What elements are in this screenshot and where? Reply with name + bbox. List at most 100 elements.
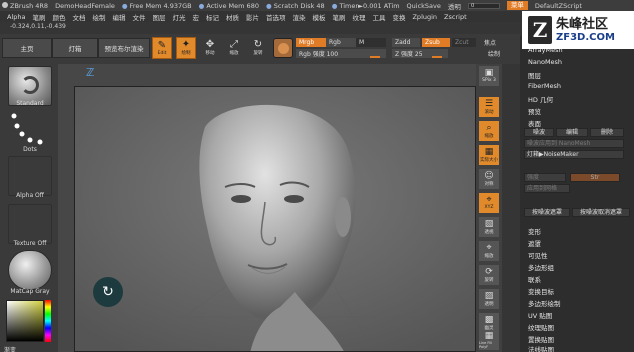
menu-item[interactable]: 工具 [372, 12, 385, 22]
head-model[interactable] [75, 87, 476, 352]
noise-to-mask-button[interactable]: 按噪波遮罩 [524, 208, 570, 217]
preview-render-button[interactable]: 预览布尔渲染 [98, 38, 150, 58]
edit-noise-button[interactable]: 编辑 [556, 128, 588, 137]
menu-item[interactable]: Zplugin [412, 13, 437, 21]
actual-size-button[interactable]: ▦ 实际大小 [479, 145, 499, 165]
strength-slider[interactable]: Str [570, 173, 620, 182]
noisemaker-button[interactable]: 灯箱▶NoiseMaker [524, 150, 624, 159]
m-button[interactable]: M [356, 38, 386, 47]
rgb-button[interactable]: Rgb [326, 38, 356, 47]
scroll-button[interactable]: ☰ 滚动 [479, 97, 499, 117]
scale-icon: ⤢ [230, 39, 238, 50]
palette-item-layers[interactable]: 图层 [528, 70, 541, 80]
zoom-button[interactable]: ⌕ 缩放 [479, 121, 499, 141]
edit-button[interactable]: ✎ Edit [152, 37, 172, 59]
menu-item[interactable]: 颜色 [52, 12, 65, 22]
menu-item[interactable]: 笔刷 [32, 12, 45, 22]
menu-item[interactable]: 纹理 [352, 12, 365, 22]
draw-icon: ✦ [181, 39, 191, 50]
perspective-button[interactable]: ▧ 透视 [479, 217, 499, 237]
alpha-thumbnail[interactable] [8, 156, 52, 196]
zoom-view-button[interactable]: ⌖ 缩放 [479, 241, 499, 261]
default-script[interactable]: DefaultZScript [535, 2, 582, 10]
zadd-button[interactable]: Zadd [392, 38, 420, 47]
rgb-intensity-slider[interactable]: Rgb 强度 100 [296, 49, 386, 58]
menu-item[interactable]: 标记 [206, 12, 219, 22]
palette-item-visibility[interactable]: 可见性 [528, 250, 548, 260]
apply-to-nanomesh-button[interactable]: 噪波应用到 NanoMesh [524, 139, 624, 148]
material-swatch[interactable] [273, 38, 293, 58]
spix-button[interactable]: ▣ SPix 3 [479, 66, 499, 86]
dot-icon: ● [198, 1, 205, 10]
menu-item[interactable]: 首选项 [266, 12, 286, 22]
menu-item[interactable]: 模板 [312, 12, 325, 22]
xyz-label: XYZ [484, 205, 494, 210]
material-thumbnail[interactable] [8, 250, 52, 290]
palette-item-nanomesh[interactable]: NanoMesh [528, 58, 562, 66]
draw-label: 绘制 [181, 51, 191, 56]
move-button[interactable]: ✥ 移动 [200, 37, 220, 59]
menu-item[interactable]: 文件 [132, 12, 145, 22]
palette-item-uv-map[interactable]: UV 贴图 [528, 310, 552, 320]
gizmo-rotate-icon[interactable]: ↻ [93, 277, 123, 307]
delete-noise-button[interactable]: 删除 [590, 128, 624, 137]
palette-item-polygroups[interactable]: 多边形组 [528, 262, 554, 272]
palette-item-displacement-map[interactable]: 置换贴图 [528, 334, 554, 344]
menu-item[interactable]: 渲染 [292, 12, 305, 22]
palette-item-fibermesh[interactable]: FiberMesh [528, 82, 561, 90]
lightbox-button[interactable]: 灯箱 [52, 38, 98, 58]
palette-item-contact[interactable]: 联系 [528, 274, 541, 284]
menu-item[interactable]: 笔刷 [332, 12, 345, 22]
palette-item-polypaint[interactable]: 多边形绘制 [528, 298, 561, 308]
menu-item[interactable]: Alpha [7, 13, 25, 21]
symmetry-button[interactable]: ☺ 对称 [479, 169, 499, 189]
focal-shift-label[interactable]: 焦点 [484, 38, 496, 47]
mrgb-button[interactable]: Mrgb [296, 38, 326, 47]
transparency-button[interactable]: ▨ 透明 [479, 289, 499, 309]
scale-button[interactable]: ⤢ 缩放 [224, 37, 244, 59]
palette-item-morph-target[interactable]: 变换目标 [528, 286, 554, 296]
palette-item-surface[interactable]: 表面 [528, 118, 541, 128]
menu-item[interactable]: 影片 [246, 12, 259, 22]
palette-item-masking[interactable]: 遮罩 [528, 238, 541, 248]
xyz-button[interactable]: ⌖ XYZ [479, 193, 499, 213]
color-picker[interactable] [6, 300, 44, 342]
transparency-icon: ▨ [484, 290, 494, 301]
menu-item[interactable]: 绘制 [92, 12, 105, 22]
z-intensity-slider[interactable]: Z 强度 25 [392, 49, 448, 58]
quicksave-button[interactable]: QuickSave [407, 2, 441, 10]
rotate-button[interactable]: ↻ 旋转 [248, 37, 268, 59]
document-viewport[interactable]: ↻ [74, 86, 476, 352]
draw-button[interactable]: ✦ 绘制 [176, 37, 196, 59]
menus-button[interactable]: 菜单 [506, 1, 528, 10]
menu-item[interactable]: 文档 [72, 12, 85, 22]
palette-item-deformation[interactable]: 变形 [528, 226, 541, 236]
gradient-label: 渐变 [4, 347, 17, 352]
transparency-slider[interactable]: 0 [467, 2, 500, 9]
rotate-view-button[interactable]: ⟳ 旋转 [479, 265, 499, 285]
palette-item-texture-map[interactable]: 纹理贴图 [528, 322, 554, 332]
spix-icon: ▣ [484, 68, 494, 78]
menu-item[interactable]: Zscript [444, 13, 467, 21]
stroke-thumbnail[interactable] [8, 110, 52, 150]
menu-item[interactable]: 材质 [226, 12, 239, 22]
menu-item[interactable]: 编辑 [112, 12, 125, 22]
noise-button[interactable]: 噪波 [524, 128, 554, 137]
menu-item[interactable]: 变换 [392, 12, 405, 22]
palette-item-hd-geometry[interactable]: HD 几何 [528, 94, 553, 104]
menu-item[interactable]: 图层 [152, 12, 165, 22]
zsub-button[interactable]: Zsub [422, 38, 450, 47]
menu-item[interactable]: 灯光 [172, 12, 185, 22]
palette-item-preview[interactable]: 预览 [528, 106, 541, 116]
noise-unmask-button[interactable]: 按噪波取消遮罩 [572, 208, 630, 217]
home-button[interactable]: 主页 [2, 38, 52, 58]
palette-item-normal-map[interactable]: 法线贴图 [528, 344, 554, 352]
hue-strip[interactable] [45, 300, 51, 342]
actual-size-icon: ▦ [484, 146, 494, 157]
menu-item[interactable]: 宏 [192, 12, 199, 22]
draw-size-label[interactable]: 绘制 [488, 49, 500, 58]
texture-thumbnail[interactable] [8, 204, 52, 244]
zcut-button[interactable]: Zcut [452, 38, 476, 47]
polyframe-button[interactable]: ▦ Line Fill PolyF [479, 330, 499, 350]
apply-to-mesh-button[interactable]: 应用到网格 [524, 184, 570, 193]
